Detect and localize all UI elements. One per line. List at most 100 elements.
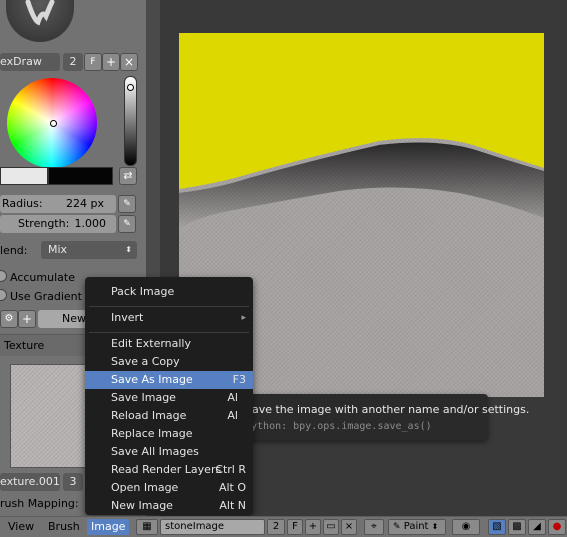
primary-color-swatch[interactable] bbox=[0, 167, 48, 185]
menu-separator bbox=[89, 332, 249, 333]
strength-label: Strength: bbox=[18, 217, 70, 230]
menu-item-save-as-image[interactable]: Save As Image F3 bbox=[85, 371, 253, 389]
menu-item-label: Save Image bbox=[111, 391, 176, 404]
submenu-arrow-icon: ▸ bbox=[241, 313, 246, 323]
pressure-radius-icon[interactable]: ✎ bbox=[118, 195, 136, 213]
menu-item-label: Replace Image bbox=[111, 427, 193, 440]
menu-item-shortcut: Alt O bbox=[218, 481, 246, 494]
menu-item-save-image[interactable]: Save Image Al bbox=[85, 389, 253, 407]
add-texture-icon[interactable]: + bbox=[18, 310, 36, 328]
record-icon[interactable]: ● bbox=[548, 519, 566, 535]
open-folder-icon[interactable]: ▭ bbox=[323, 519, 339, 535]
image-browse-icon[interactable]: ▦ bbox=[136, 519, 158, 535]
menu-item-shortcut: Alt N bbox=[219, 499, 246, 512]
menu-item-shortcut: Al bbox=[227, 391, 238, 404]
accumulate-checkbox[interactable] bbox=[0, 270, 7, 282]
dropdown-arrows-icon: ⬍ bbox=[125, 245, 132, 254]
image-editor-header: View Brush Image ▦ stoneImage 2 F + ▭ × … bbox=[0, 516, 567, 537]
menu-item-open-image[interactable]: Open Image Alt O bbox=[85, 479, 253, 497]
operator-tooltip: Save the image with another name and/or … bbox=[235, 394, 529, 440]
image-name-field[interactable]: stoneImage bbox=[160, 519, 265, 535]
mode-dropdown[interactable]: ✎ Paint ⬍ bbox=[388, 519, 446, 535]
brush-menu[interactable]: Brush bbox=[48, 520, 80, 533]
menu-item-save-all-images[interactable]: Save All Images bbox=[85, 443, 253, 461]
menu-item-shortcut: F3 bbox=[232, 373, 246, 386]
menu-item-label: Edit Externally bbox=[111, 337, 192, 350]
fake-user-button[interactable]: F bbox=[84, 53, 102, 71]
pivot-icon[interactable]: ◉ bbox=[452, 519, 480, 535]
menu-item-shortcut: Al bbox=[227, 409, 238, 422]
new-texture-label: New bbox=[62, 312, 86, 325]
texture-name-field[interactable]: exture.001 bbox=[0, 473, 60, 491]
brush-mode-icon: ✎ bbox=[393, 522, 401, 532]
swap-colors-icon[interactable]: ⇄ bbox=[119, 167, 137, 185]
image-menu-button[interactable]: Image bbox=[87, 519, 130, 535]
menu-item-label: Open Image bbox=[111, 481, 179, 494]
radius-label: Radius: bbox=[2, 197, 43, 210]
menu-item-label: Save a Copy bbox=[111, 355, 180, 368]
mode-label: Paint bbox=[403, 521, 429, 532]
pressure-strength-icon[interactable]: ✎ bbox=[118, 215, 136, 233]
menu-item-label: New Image bbox=[111, 499, 173, 512]
add-brush-icon[interactable]: + bbox=[102, 53, 120, 71]
view-menu[interactable]: View bbox=[8, 520, 34, 533]
close-icon[interactable]: × bbox=[120, 53, 138, 71]
brush-users-count[interactable]: 2 bbox=[63, 53, 83, 71]
pin-icon[interactable]: ⌖ bbox=[364, 519, 384, 535]
alpha-icon[interactable]: ◢ bbox=[528, 519, 546, 535]
texture-users-text: 3 bbox=[69, 475, 77, 488]
dropdown-arrows-icon: ⬍ bbox=[431, 522, 439, 531]
image-users-text: 2 bbox=[272, 521, 280, 532]
texture-section-label: Texture bbox=[4, 339, 45, 352]
texture-preview bbox=[10, 364, 96, 468]
strength-value: 1.000 bbox=[74, 217, 107, 230]
menu-item-label: Save As Image bbox=[111, 373, 193, 386]
menu-item-label: Read Render Layers bbox=[111, 463, 222, 476]
menu-item-read-render-layers[interactable]: Read Render Layers Ctrl R bbox=[85, 461, 253, 479]
menu-item-pack-image[interactable]: Pack Image bbox=[85, 283, 253, 301]
menu-item-new-image[interactable]: New Image Alt N bbox=[85, 497, 253, 515]
menu-item-label: Pack Image bbox=[111, 285, 175, 298]
menu-item-shortcut: Ctrl R bbox=[215, 463, 246, 476]
brush-preview-icon[interactable] bbox=[6, 0, 74, 42]
texture-users-count[interactable]: 3 bbox=[63, 473, 83, 491]
brush-name-text: exDraw bbox=[0, 55, 42, 68]
menu-item-save-a-copy[interactable]: Save a Copy bbox=[85, 353, 253, 371]
image-menu: Pack Image Invert ▸ Edit Externally Save… bbox=[85, 277, 253, 515]
fake-user-label: F bbox=[90, 57, 96, 67]
new-image-icon[interactable]: + bbox=[305, 519, 321, 535]
image-fake-user-button[interactable]: F bbox=[287, 519, 303, 535]
radius-field[interactable]: Radius: 224 px bbox=[0, 195, 116, 213]
checker-icon[interactable]: ▩ bbox=[508, 519, 526, 535]
menu-item-replace-image[interactable]: Replace Image bbox=[85, 425, 253, 443]
secondary-color-swatch[interactable] bbox=[48, 167, 113, 185]
menu-item-reload-image[interactable]: Reload Image Al bbox=[85, 407, 253, 425]
blend-label: lend: bbox=[0, 244, 28, 257]
use-gradient-checkbox[interactable] bbox=[0, 289, 7, 301]
texture-name-text: exture.001 bbox=[0, 475, 60, 488]
blend-mode-dropdown[interactable]: Mix ⬍ bbox=[41, 241, 137, 259]
draw-mode-icon[interactable]: ▧ bbox=[488, 519, 506, 535]
brush-users-text: 2 bbox=[69, 55, 77, 68]
unlink-image-icon[interactable]: × bbox=[341, 519, 357, 535]
brush-name-field[interactable]: exDraw bbox=[0, 53, 60, 71]
texture-slot-icon[interactable]: ⚙ bbox=[0, 310, 18, 328]
strength-field[interactable]: Strength: 1.000 bbox=[0, 215, 116, 233]
tooltip-description: Save the image with another name and/or … bbox=[245, 403, 530, 416]
color-wheel-cursor[interactable] bbox=[50, 120, 57, 127]
blend-mode-value: Mix bbox=[48, 243, 68, 256]
use-gradient-label: Use Gradient bbox=[10, 290, 82, 303]
menu-item-invert[interactable]: Invert ▸ bbox=[85, 309, 253, 327]
image-users-count[interactable]: 2 bbox=[267, 519, 285, 535]
image-name-text: stoneImage bbox=[165, 521, 225, 532]
radius-value: 224 px bbox=[66, 197, 104, 210]
value-slider-knob[interactable] bbox=[127, 84, 134, 91]
menu-item-label: Invert bbox=[111, 311, 144, 324]
image-fake-user-label: F bbox=[292, 521, 298, 532]
menu-item-label: Save All Images bbox=[111, 445, 199, 458]
tooltip-python: Python: bpy.ops.image.save_as() bbox=[245, 421, 432, 432]
menu-item-edit-externally[interactable]: Edit Externally bbox=[85, 335, 253, 353]
new-texture-button[interactable]: New bbox=[38, 310, 88, 328]
accumulate-label: Accumulate bbox=[10, 271, 75, 284]
brush-mapping-label: rush Mapping: bbox=[0, 497, 79, 510]
